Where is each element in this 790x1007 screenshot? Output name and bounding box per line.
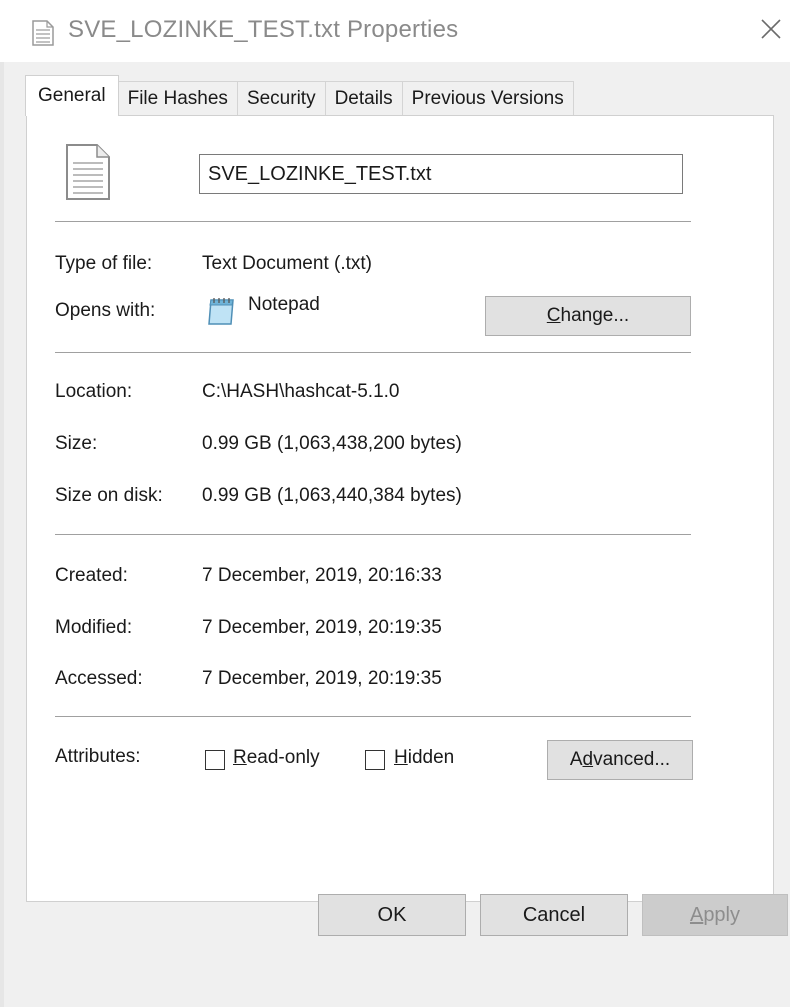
- created-label: Created:: [55, 565, 128, 586]
- size-value: 0.99 GB (1,063,438,200 bytes): [202, 433, 462, 454]
- tab-strip: General File Hashes Security Details Pre…: [25, 75, 574, 116]
- apply-button[interactable]: Apply: [642, 894, 788, 936]
- dialog-client-area: General File Hashes Security Details Pre…: [0, 62, 790, 1007]
- separator: [55, 716, 691, 717]
- attributes-label: Attributes:: [55, 746, 141, 767]
- advanced-button-accesskey: d: [582, 749, 594, 770]
- hidden-accesskey: H: [394, 747, 408, 768]
- properties-dialog: SVE_LOZINKE_TEST.txt Properties General …: [0, 0, 790, 1007]
- change-button-label-post: hange...: [560, 305, 630, 326]
- close-icon: [761, 19, 781, 39]
- document-icon: [32, 20, 54, 46]
- separator: [55, 221, 691, 222]
- change-button[interactable]: Change...: [485, 296, 691, 336]
- advanced-button[interactable]: Advanced...: [547, 740, 693, 780]
- created-value: 7 December, 2019, 20:16:33: [202, 565, 442, 586]
- tab-details[interactable]: Details: [324, 81, 403, 116]
- accessed-label: Accessed:: [55, 668, 143, 689]
- title-bar: SVE_LOZINKE_TEST.txt Properties: [0, 0, 790, 62]
- window-title: SVE_LOZINKE_TEST.txt Properties: [68, 16, 459, 43]
- read-only-accesskey: R: [233, 747, 247, 768]
- opens-with-value: Notepad: [248, 294, 320, 315]
- advanced-button-label-post: vanced...: [593, 749, 671, 770]
- type-of-file-label: Type of file:: [55, 253, 153, 274]
- text-file-icon: [65, 143, 111, 201]
- apply-button-accesskey: A: [689, 904, 704, 926]
- notepad-icon: [205, 296, 237, 326]
- tab-security[interactable]: Security: [236, 81, 326, 116]
- close-button[interactable]: [756, 14, 786, 44]
- read-only-label[interactable]: Read-only: [233, 747, 320, 769]
- accessed-value: 7 December, 2019, 20:19:35: [202, 668, 442, 689]
- tab-previous-versions[interactable]: Previous Versions: [401, 81, 574, 116]
- separator: [55, 534, 691, 535]
- modified-label: Modified:: [55, 617, 133, 638]
- separator: [55, 352, 691, 353]
- read-only-label-post: ead-only: [246, 747, 320, 768]
- hidden-label-post: idden: [407, 747, 455, 768]
- advanced-button-label-pre: A: [569, 749, 583, 770]
- file-name-input[interactable]: [199, 154, 683, 194]
- change-button-accesskey: C: [546, 305, 561, 326]
- location-value: C:\HASH\hashcat-5.1.0: [202, 381, 400, 402]
- type-of-file-value: Text Document (.txt): [202, 253, 372, 274]
- ok-button[interactable]: OK: [318, 894, 466, 936]
- hidden-checkbox[interactable]: [365, 750, 385, 770]
- size-on-disk-value: 0.99 GB (1,063,440,384 bytes): [202, 485, 462, 506]
- window-border: [0, 62, 4, 1007]
- tab-general[interactable]: General: [25, 75, 119, 116]
- size-on-disk-label: Size on disk:: [55, 485, 163, 506]
- opens-with-label: Opens with:: [55, 300, 156, 321]
- size-label: Size:: [55, 433, 98, 454]
- tab-file-hashes[interactable]: File Hashes: [117, 81, 238, 116]
- cancel-button[interactable]: Cancel: [480, 894, 628, 936]
- location-label: Location:: [55, 381, 133, 402]
- hidden-label[interactable]: Hidden: [394, 747, 454, 769]
- general-tab-panel: Type of file: Text Document (.txt) Opens…: [26, 115, 774, 902]
- modified-value: 7 December, 2019, 20:19:35: [202, 617, 442, 638]
- apply-button-label-post: pply: [703, 904, 741, 926]
- read-only-checkbox[interactable]: [205, 750, 225, 770]
